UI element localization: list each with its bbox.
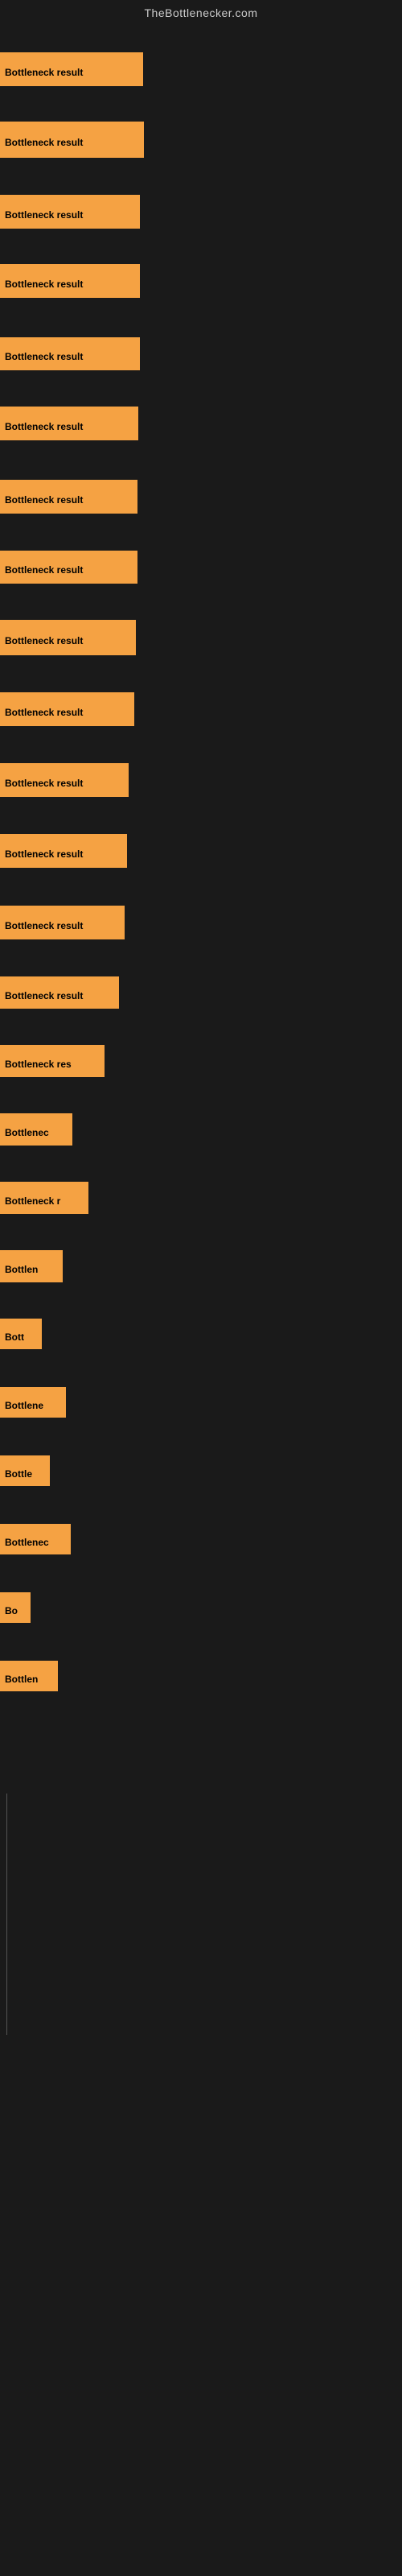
vertical-line (6, 1794, 7, 2035)
bottleneck-result-item[interactable]: Bottleneck result (0, 52, 143, 86)
bottleneck-result-item[interactable]: Bottle (0, 1455, 50, 1486)
bottleneck-result-item[interactable]: Bottlen (0, 1661, 58, 1691)
bottleneck-result-item[interactable]: Bottleneck result (0, 692, 134, 726)
bottleneck-result-item[interactable]: Bottleneck result (0, 763, 129, 797)
bottleneck-result-item[interactable]: Bott (0, 1319, 42, 1349)
bottleneck-result-item[interactable]: Bottleneck r (0, 1182, 88, 1214)
bottleneck-result-item[interactable]: Bottleneck result (0, 480, 137, 514)
bottleneck-result-item[interactable]: Bottlenec (0, 1113, 72, 1146)
bottleneck-result-item[interactable]: Bottlen (0, 1250, 63, 1282)
bottleneck-result-item[interactable]: Bottleneck result (0, 337, 140, 370)
bottleneck-result-item[interactable]: Bottleneck res (0, 1045, 105, 1077)
bottleneck-result-item[interactable]: Bottleneck result (0, 906, 125, 939)
bottleneck-result-item[interactable]: Bottleneck result (0, 620, 136, 655)
site-title: TheBottlenecker.com (0, 0, 402, 23)
bottleneck-result-item[interactable]: Bottlenec (0, 1524, 71, 1554)
bottleneck-result-item[interactable]: Bottleneck result (0, 122, 144, 158)
bottleneck-result-item[interactable]: Bo (0, 1592, 31, 1623)
bottleneck-result-item[interactable]: Bottleneck result (0, 195, 140, 229)
bottleneck-result-item[interactable]: Bottleneck result (0, 264, 140, 298)
bottleneck-result-item[interactable]: Bottleneck result (0, 551, 137, 584)
bottleneck-result-item[interactable]: Bottlene (0, 1387, 66, 1418)
bottleneck-result-item[interactable]: Bottleneck result (0, 834, 127, 868)
bottleneck-result-item[interactable]: Bottleneck result (0, 976, 119, 1009)
bottleneck-result-item[interactable]: Bottleneck result (0, 407, 138, 440)
